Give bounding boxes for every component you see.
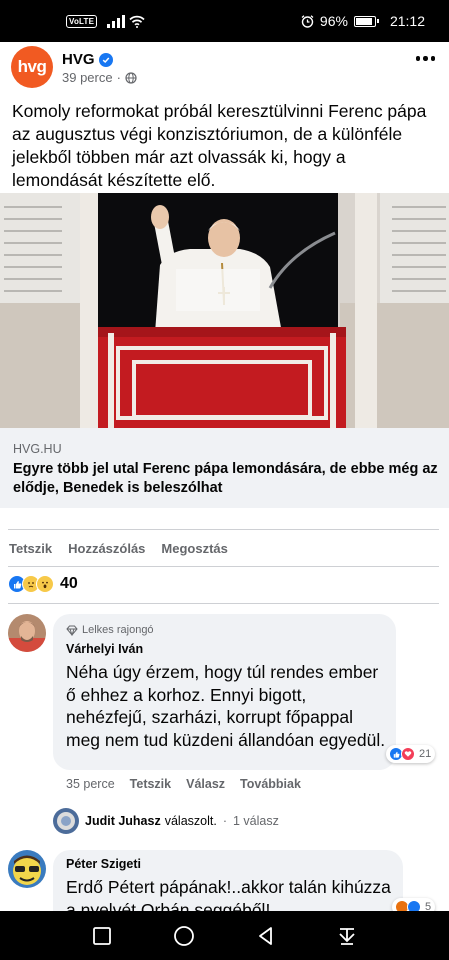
share-button[interactable]: Megosztás: [161, 541, 227, 556]
reply-action: válaszolt.: [164, 814, 217, 828]
reply-count: 1 válasz: [233, 814, 279, 828]
back-icon[interactable]: [256, 926, 276, 946]
notification-shade-icon[interactable]: [337, 926, 357, 946]
post-text: Komoly reformokat próbál keresztülvinni …: [12, 101, 427, 190]
battery-icon: [353, 15, 379, 27]
page-name-link[interactable]: HVG: [62, 51, 113, 68]
like-button[interactable]: Tetszik: [9, 541, 52, 556]
love-reaction-icon: [401, 747, 415, 761]
comment-reaction-count: 21: [419, 748, 432, 760]
reaction-count: 40: [60, 575, 78, 592]
volte-icon: VoLTE: [66, 14, 98, 28]
battery-percent: 96%: [319, 13, 348, 29]
comment-reply-button[interactable]: Válasz: [186, 777, 225, 791]
globe-icon: [125, 71, 137, 84]
status-bar: VoLTE 96% 21:12: [0, 0, 449, 42]
commenter-avatar[interactable]: [8, 614, 46, 652]
reply-avatar: [53, 808, 79, 834]
comment-bubble[interactable]: Lelkes rajongó Várhelyi Iván Néha úgy ér…: [53, 614, 396, 770]
system-navigation-bar: [0, 911, 449, 960]
commenter-avatar[interactable]: [8, 850, 46, 888]
pope-balcony-image: [0, 193, 449, 428]
post-actions: Tetszik Hozzászólás Megosztás: [9, 541, 228, 556]
link-preview[interactable]: HVG.HU Egyre több jel utal Ferenc pápa l…: [0, 428, 449, 508]
recent-apps-icon[interactable]: [92, 926, 112, 946]
comment-reactions[interactable]: 21: [386, 745, 436, 763]
post-time[interactable]: 39 perce: [62, 70, 113, 85]
post-meta: 39 perce ·: [62, 70, 137, 85]
diamond-icon: [66, 625, 78, 636]
top-fan-badge: Lelkes rajongó: [66, 624, 154, 636]
link-title: Egyre több jel utal Ferenc pápa lemondás…: [13, 461, 438, 496]
comment-author[interactable]: Péter Szigeti: [66, 857, 141, 871]
reaction-summary[interactable]: 40: [8, 575, 78, 593]
divider: [8, 566, 439, 567]
replies-summary[interactable]: Judit Juhasz válaszolt. · 1 válasz: [53, 808, 279, 834]
verified-badge-icon: [98, 52, 113, 67]
comment-more-button[interactable]: Továbbiak: [240, 777, 301, 791]
comment-meta: 35 perce Tetszik Válasz Továbbiak: [66, 777, 301, 791]
wow-reaction-icon: [36, 575, 54, 593]
divider: [8, 603, 439, 604]
comment-time[interactable]: 35 perce: [66, 777, 115, 791]
post-header: hvg HVG 39 perce ·: [0, 42, 449, 94]
post-photo[interactable]: [0, 193, 449, 428]
comment-like-button[interactable]: Tetszik: [130, 777, 171, 791]
more-options-icon[interactable]: [415, 56, 435, 61]
divider: [8, 529, 439, 530]
link-domain: HVG.HU: [13, 442, 62, 456]
comment-author[interactable]: Várhelyi Iván: [66, 642, 143, 656]
comment-text: Néha úgy érzem, hogy túl rendes ember ő …: [66, 662, 386, 750]
page-avatar[interactable]: hvg: [11, 46, 53, 88]
clock: 21:12: [389, 13, 425, 29]
signal-strength-icon: [107, 14, 126, 28]
page-name: HVG: [62, 51, 95, 68]
home-icon[interactable]: [173, 925, 195, 947]
reply-author: Judit Juhasz: [85, 814, 161, 828]
comment-button[interactable]: Hozzászólás: [68, 541, 145, 556]
wifi-icon: [129, 15, 145, 28]
alarm-icon: [301, 14, 314, 28]
